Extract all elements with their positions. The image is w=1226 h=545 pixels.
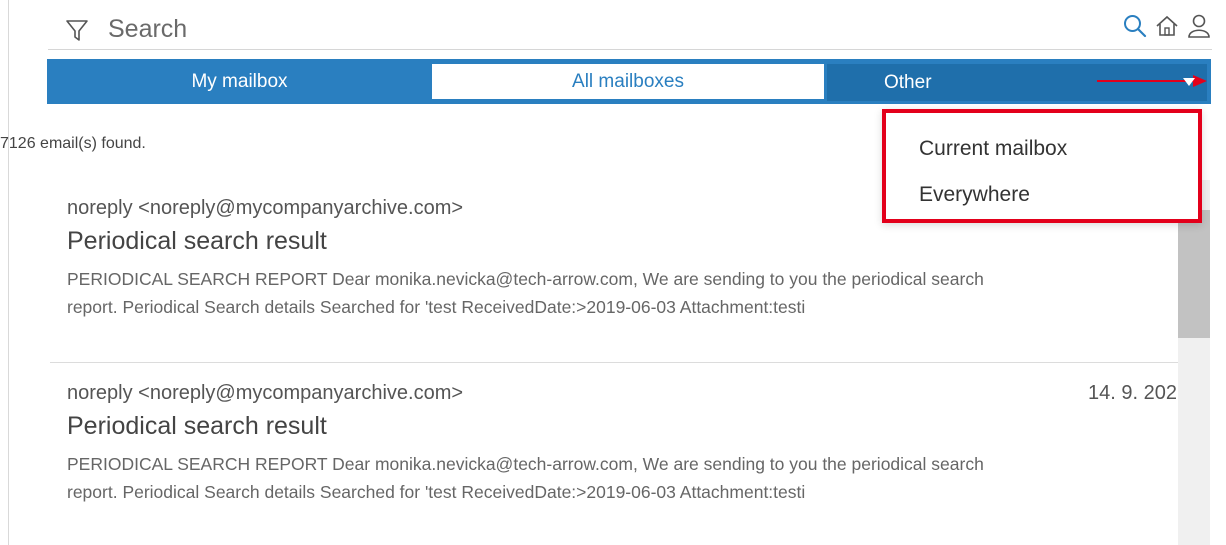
caret-down-icon[interactable] xyxy=(1183,77,1195,87)
preview-line: PERIODICAL SEARCH REPORT Dear monika.nev… xyxy=(67,454,984,474)
tab-all-mailboxes[interactable]: All mailboxes xyxy=(432,64,824,99)
scope-dropdown-menu: Current mailbox Everywhere xyxy=(882,109,1202,223)
menu-item-current-mailbox[interactable]: Current mailbox xyxy=(919,137,1067,161)
preview-line: report. Periodical Search details Search… xyxy=(67,297,806,317)
preview-line: report. Periodical Search details Search… xyxy=(67,482,806,502)
search-bar xyxy=(48,8,1212,50)
message-preview: PERIODICAL SEARCH REPORT Dear monika.nev… xyxy=(67,265,1177,321)
preview-line: PERIODICAL SEARCH REPORT Dear monika.nev… xyxy=(67,269,984,289)
message-date: 14. 9. 202 xyxy=(1088,382,1177,404)
user-icon[interactable] xyxy=(1186,13,1212,39)
message-item[interactable]: noreply <noreply@mycompanyarchive.com> 1… xyxy=(67,382,1177,506)
menu-item-everywhere[interactable]: Everywhere xyxy=(919,183,1030,207)
funnel-icon[interactable] xyxy=(65,18,89,42)
left-border xyxy=(8,0,9,545)
search-icon[interactable] xyxy=(1122,13,1148,39)
message-preview: PERIODICAL SEARCH REPORT Dear monika.nev… xyxy=(67,450,1177,506)
home-icon[interactable] xyxy=(1154,13,1180,39)
header-actions xyxy=(1122,10,1212,42)
result-count: 7126 email(s) found. xyxy=(0,135,146,152)
scrollbar-thumb[interactable] xyxy=(1178,210,1210,338)
message-subject: Periodical search result xyxy=(67,227,327,255)
message-divider xyxy=(50,362,1178,363)
tab-my-mailbox[interactable]: My mailbox xyxy=(47,59,432,104)
message-subject: Periodical search result xyxy=(67,412,327,440)
message-sender: noreply <noreply@mycompanyarchive.com> xyxy=(67,382,464,404)
search-input[interactable] xyxy=(108,14,1008,44)
mailbox-tabbar: My mailbox All mailboxes Other xyxy=(47,59,1211,104)
